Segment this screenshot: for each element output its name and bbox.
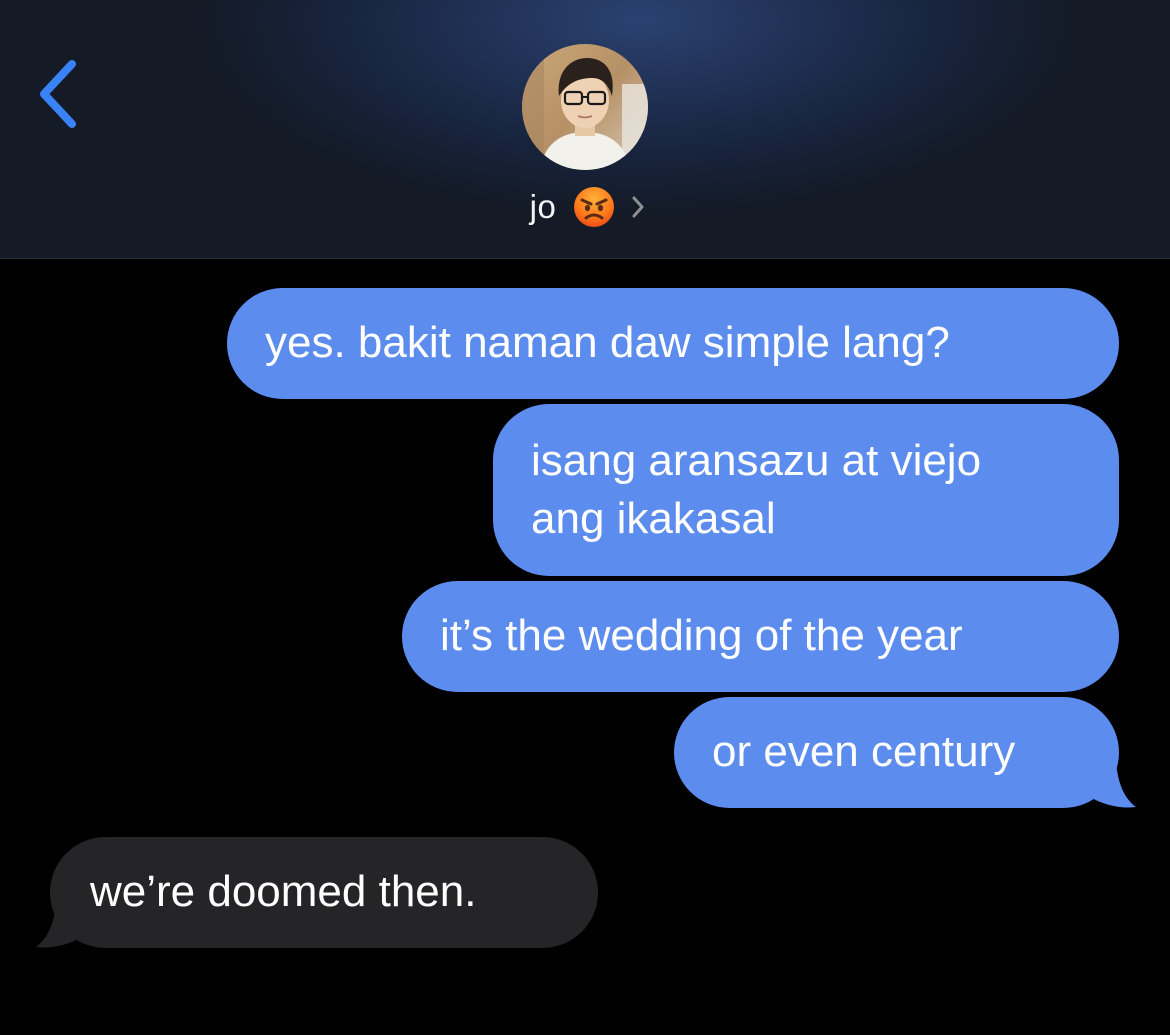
message-bubble-sent[interactable]: isang aransazu at viejo ang ikakasal [493,404,1119,576]
chevron-left-icon [32,52,92,136]
message-text-line: ang ikakasal [531,494,776,543]
message-bubble-sent[interactable]: yes. bakit naman daw simple lang? [227,288,1119,399]
contact-name: jo [529,188,557,225]
message-text: yes. bakit naman daw simple lang? [265,318,950,367]
message-thread: yes. bakit naman daw simple lang? isang … [0,259,1170,1035]
angry-face-icon [572,185,616,229]
conversation-header: jo [0,0,1170,259]
bubble-tail-received [36,895,92,948]
message-text-line: isang aransazu at viejo [531,436,982,485]
avatar[interactable] [522,44,648,170]
message-bubble-received[interactable]: we’re doomed then. [50,837,598,948]
back-button[interactable] [32,52,92,136]
message-bubble-sent[interactable]: or even century [674,697,1119,808]
message-text: it’s the wedding of the year [440,611,963,660]
message-text: or even century [712,727,1016,776]
message-bubble-sent[interactable]: it’s the wedding of the year [402,581,1119,692]
contact-info-button[interactable]: jo [0,180,1170,234]
message-text: we’re doomed then. [90,867,477,916]
chevron-right-icon [630,193,646,221]
bubble-tail-sent [1080,755,1136,808]
